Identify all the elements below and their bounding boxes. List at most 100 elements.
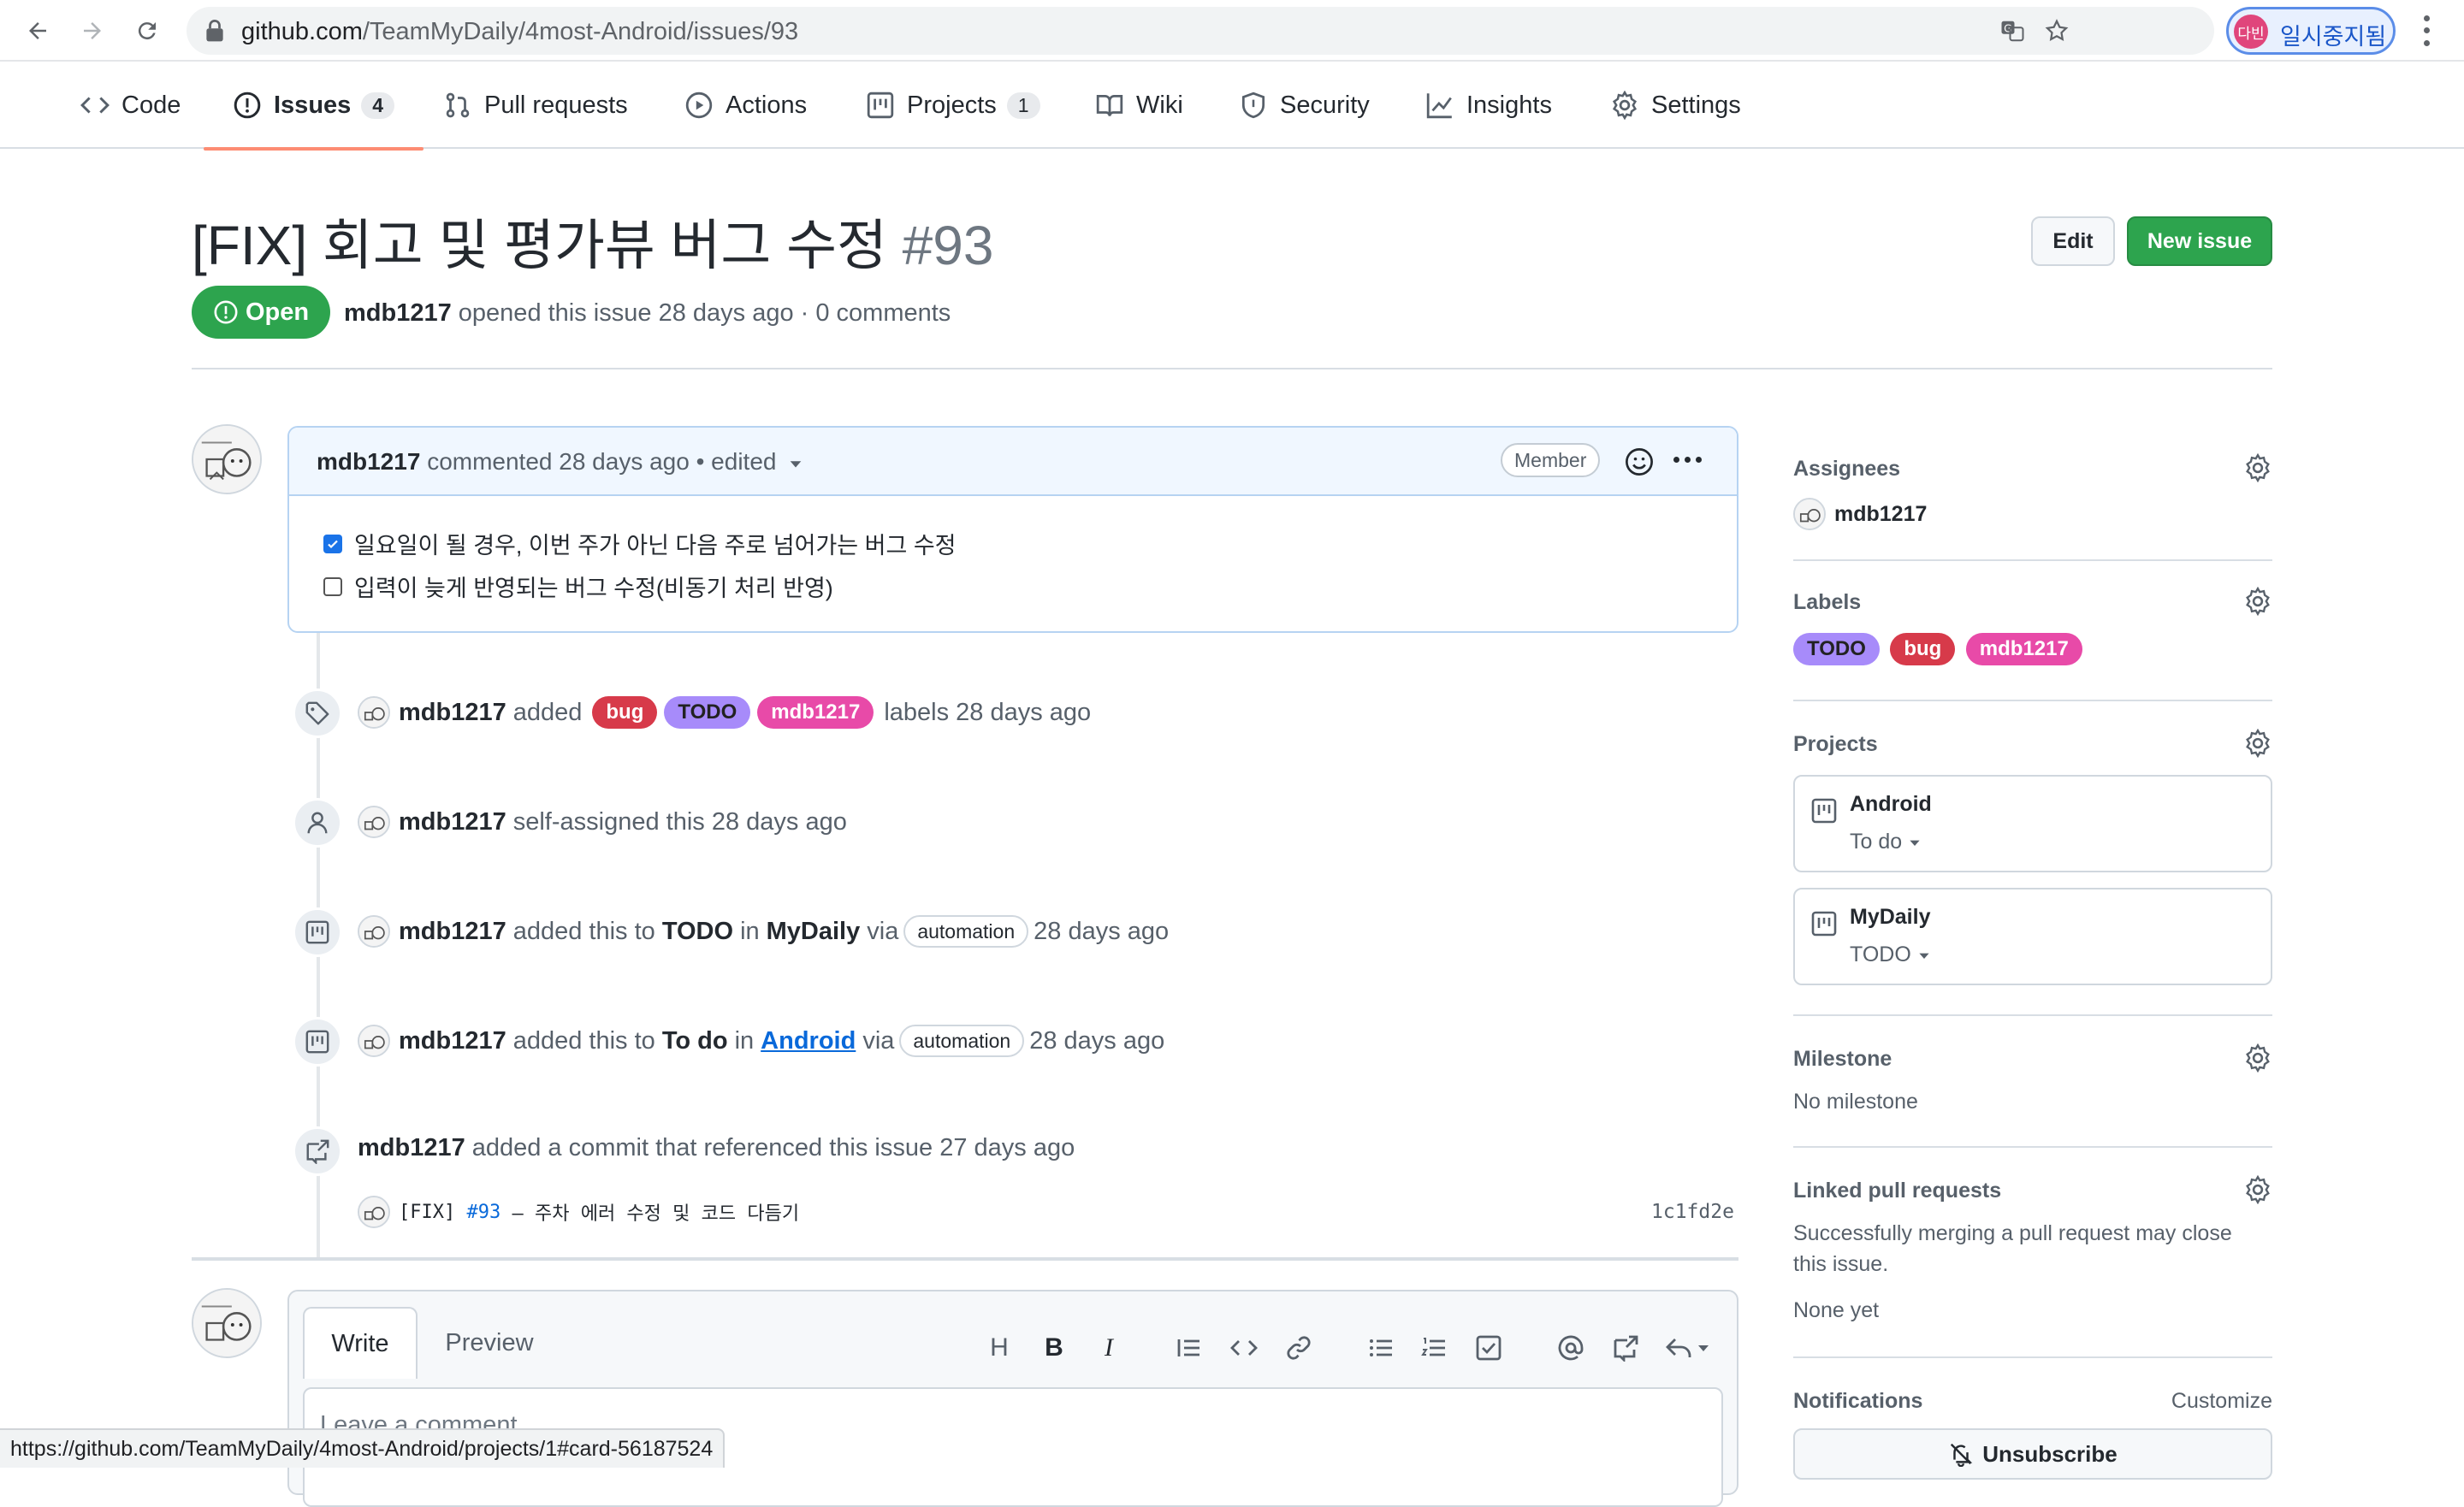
task-list-icon[interactable] (1472, 1331, 1506, 1365)
bookmark-star-icon[interactable] (2043, 17, 2070, 44)
project-column-select[interactable]: To do (1850, 830, 1922, 854)
profile-status: 일시중지됨 (2280, 24, 2387, 50)
tab-insights[interactable]: Insights (1425, 62, 1552, 149)
new-issue-button[interactable]: New issue (2127, 216, 2272, 266)
gear-icon[interactable] (2243, 452, 2272, 487)
assignee-item[interactable]: mdb1217 (1793, 498, 1927, 530)
avatar[interactable] (192, 1288, 262, 1358)
link-icon[interactable] (1282, 1331, 1316, 1365)
tab-preview[interactable]: Preview (429, 1307, 549, 1379)
unordered-list-icon[interactable] (1364, 1331, 1398, 1365)
project-name[interactable]: Android (1850, 792, 1932, 817)
chevron-down-icon (1919, 953, 1929, 960)
avatar[interactable] (192, 424, 262, 494)
automation-badge: automation (903, 915, 1029, 948)
checkbox-unchecked-icon[interactable] (323, 576, 342, 596)
ordered-list-icon[interactable] (1417, 1331, 1451, 1365)
reply-dropdown-icon[interactable] (1663, 1331, 1715, 1365)
gear-icon[interactable] (2243, 1174, 2272, 1209)
avatar[interactable] (358, 1196, 390, 1228)
project-column-select[interactable]: TODO (1850, 943, 1931, 967)
avatar[interactable] (358, 806, 390, 838)
browser-toolbar: github.com/TeamMyDaily/4most-Android/iss… (0, 0, 2464, 62)
quote-icon[interactable] (1172, 1331, 1206, 1365)
tab-settings[interactable]: Settings (1610, 62, 1741, 149)
forward-arrow-icon[interactable] (72, 10, 113, 51)
event-actor-link[interactable]: mdb1217 (399, 699, 506, 727)
commit-message[interactable]: [FIX] #93 – 주차 에러 수정 및 코드 다듬기 (358, 1196, 799, 1228)
bold-icon[interactable]: B (1037, 1331, 1071, 1365)
tab-wiki[interactable]: Wiki (1095, 62, 1183, 149)
unsubscribe-button[interactable]: Unsubscribe (1793, 1428, 2272, 1480)
tab-projects[interactable]: Projects 1 (866, 62, 1040, 149)
event-actor-link[interactable]: mdb1217 (399, 1027, 506, 1055)
commit-sha-link[interactable]: 1c1fd2e (1651, 1201, 1734, 1223)
project-link-android[interactable]: Android (761, 1027, 856, 1055)
label-todo[interactable]: TODO (1793, 633, 1880, 665)
tab-pull-requests[interactable]: Pull requests (443, 62, 628, 149)
chevron-down-icon[interactable] (788, 456, 803, 471)
code-icon[interactable] (1227, 1331, 1261, 1365)
milestone-heading[interactable]: Milestone (1793, 1047, 1892, 1072)
projects-heading[interactable]: Projects (1793, 732, 1878, 757)
comment-options-icon[interactable] (1673, 457, 1702, 463)
edit-title-button[interactable]: Edit (2031, 216, 2115, 266)
issue-author-link[interactable]: mdb1217 (344, 299, 452, 327)
comment-author-link[interactable]: mdb1217 (317, 448, 420, 475)
timeline-event-project: mdb1217 added this to To do in Android v… (358, 1025, 1164, 1057)
project-card-mydaily[interactable]: MyDaily TODO (1793, 888, 2272, 985)
assignees-heading[interactable]: Assignees (1793, 457, 1900, 482)
project-card-android[interactable]: Android To do (1793, 775, 2272, 872)
customize-link[interactable]: Customize (2171, 1389, 2272, 1414)
gear-icon[interactable] (2243, 586, 2272, 620)
avatar[interactable] (358, 696, 390, 729)
tab-write[interactable]: Write (303, 1307, 418, 1379)
gear-icon[interactable] (2243, 1043, 2272, 1077)
lock-icon (205, 19, 224, 47)
project-name[interactable]: MyDaily (1850, 905, 1930, 930)
book-icon (1096, 94, 1123, 117)
label-list: TODO bug mdb1217 (1790, 633, 2086, 665)
tab-issues[interactable]: Issues 4 (203, 62, 424, 151)
tab-security[interactable]: Security (1239, 62, 1370, 149)
chevron-down-icon (1910, 840, 1920, 847)
label-mdb1217[interactable]: mdb1217 (757, 696, 874, 729)
add-reaction-icon[interactable] (1624, 446, 1655, 482)
tab-actions[interactable]: Actions (684, 62, 807, 149)
heading-icon[interactable]: H (982, 1331, 1016, 1365)
browser-menu-icon[interactable] (2416, 12, 2437, 50)
label-todo[interactable]: TODO (664, 696, 751, 729)
cross-reference-icon[interactable] (1608, 1331, 1643, 1365)
issue-meta: mdb1217 opened this issue 28 days ago · … (344, 299, 951, 327)
event-actor-link[interactable]: mdb1217 (358, 1134, 465, 1162)
back-arrow-icon[interactable] (17, 10, 58, 51)
gear-icon[interactable] (2243, 728, 2272, 762)
avatar[interactable] (358, 1025, 390, 1057)
event-actor-link[interactable]: mdb1217 (399, 918, 506, 946)
checkbox-checked-icon[interactable] (323, 534, 342, 553)
label-mdb1217[interactable]: mdb1217 (1965, 633, 2082, 665)
project-name[interactable]: MyDaily (767, 918, 861, 946)
avatar[interactable] (358, 915, 390, 948)
linked-prs-description: this issue. (1793, 1252, 1889, 1276)
issue-reference-link[interactable]: #93 (466, 1202, 500, 1223)
italic-icon[interactable]: I (1092, 1331, 1126, 1365)
profile-button[interactable]: 다빈 일시중지됨 (2226, 7, 2396, 55)
address-bar[interactable]: github.com/TeamMyDaily/4most-Android/iss… (187, 7, 2214, 55)
task-item[interactable]: 일요일이 될 경우, 이번 주가 아닌 다음 주로 넘어가는 버그 수정 (323, 527, 957, 560)
task-item[interactable]: 입력이 늦게 반영되는 버그 수정(비동기 처리 반영) (323, 570, 833, 603)
issues-count-badge: 4 (361, 92, 395, 119)
label-bug[interactable]: bug (1890, 633, 1956, 665)
labels-heading[interactable]: Labels (1793, 590, 1861, 615)
milestone-value: No milestone (1793, 1090, 1918, 1114)
reload-icon[interactable] (127, 10, 168, 51)
mention-icon[interactable] (1554, 1331, 1588, 1365)
project-column-name: To do (661, 1026, 728, 1055)
translate-icon[interactable]: G (1999, 17, 2026, 44)
tab-code[interactable]: Code (80, 62, 181, 149)
notifications-heading: Notifications (1793, 1389, 1923, 1413)
event-actor-link[interactable]: mdb1217 (399, 808, 506, 836)
issue-state-badge: Open (192, 286, 330, 339)
linked-prs-heading[interactable]: Linked pull requests (1793, 1179, 2001, 1203)
label-bug[interactable]: bug (592, 696, 658, 729)
